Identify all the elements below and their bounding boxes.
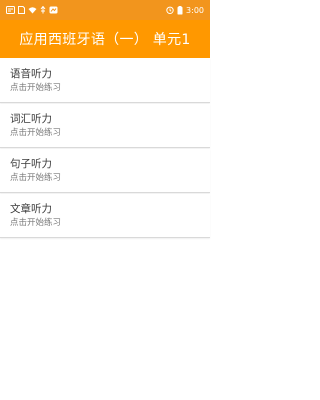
notification-icon — [6, 6, 15, 14]
page-title: 应用西班牙语（一） 单元1 — [19, 32, 191, 48]
list-item-subtitle: 点击开始练习 — [10, 218, 62, 228]
usb-icon — [40, 6, 46, 14]
status-left-icons — [6, 6, 58, 14]
list-item-title: 文章听力 — [10, 203, 52, 215]
list-item-sentence-listening[interactable]: 句子听力 点击开始练习 — [0, 149, 210, 193]
list-item-subtitle: 点击开始练习 — [10, 83, 62, 93]
app-icon — [49, 6, 58, 14]
list-item-article-listening[interactable]: 文章听力 点击开始练习 — [0, 194, 210, 238]
app-bar: 应用西班牙语（一） 单元1 — [0, 20, 210, 58]
list-item-pronunciation-listening[interactable]: 语音听力 点击开始练习 — [0, 58, 210, 103]
status-bar: 3:00 — [0, 0, 210, 20]
wifi-icon — [28, 7, 37, 14]
list-item-vocabulary-listening[interactable]: 词汇听力 点击开始练习 — [0, 104, 210, 148]
status-time: 3:00 — [186, 5, 204, 15]
list-item-title: 句子听力 — [10, 158, 52, 170]
list-item-subtitle: 点击开始练习 — [10, 173, 62, 183]
sim-icon — [18, 6, 25, 14]
list-item-subtitle: 点击开始练习 — [10, 128, 62, 138]
list-item-title: 词汇听力 — [10, 113, 52, 125]
status-right-icons: 3:00 — [166, 5, 204, 15]
list-item-title: 语音听力 — [10, 68, 52, 80]
alarm-icon — [166, 6, 174, 14]
practice-list: 语音听力 点击开始练习 词汇听力 点击开始练习 句子听力 点击开始练习 文章听力… — [0, 58, 210, 238]
battery-icon — [177, 5, 183, 14]
